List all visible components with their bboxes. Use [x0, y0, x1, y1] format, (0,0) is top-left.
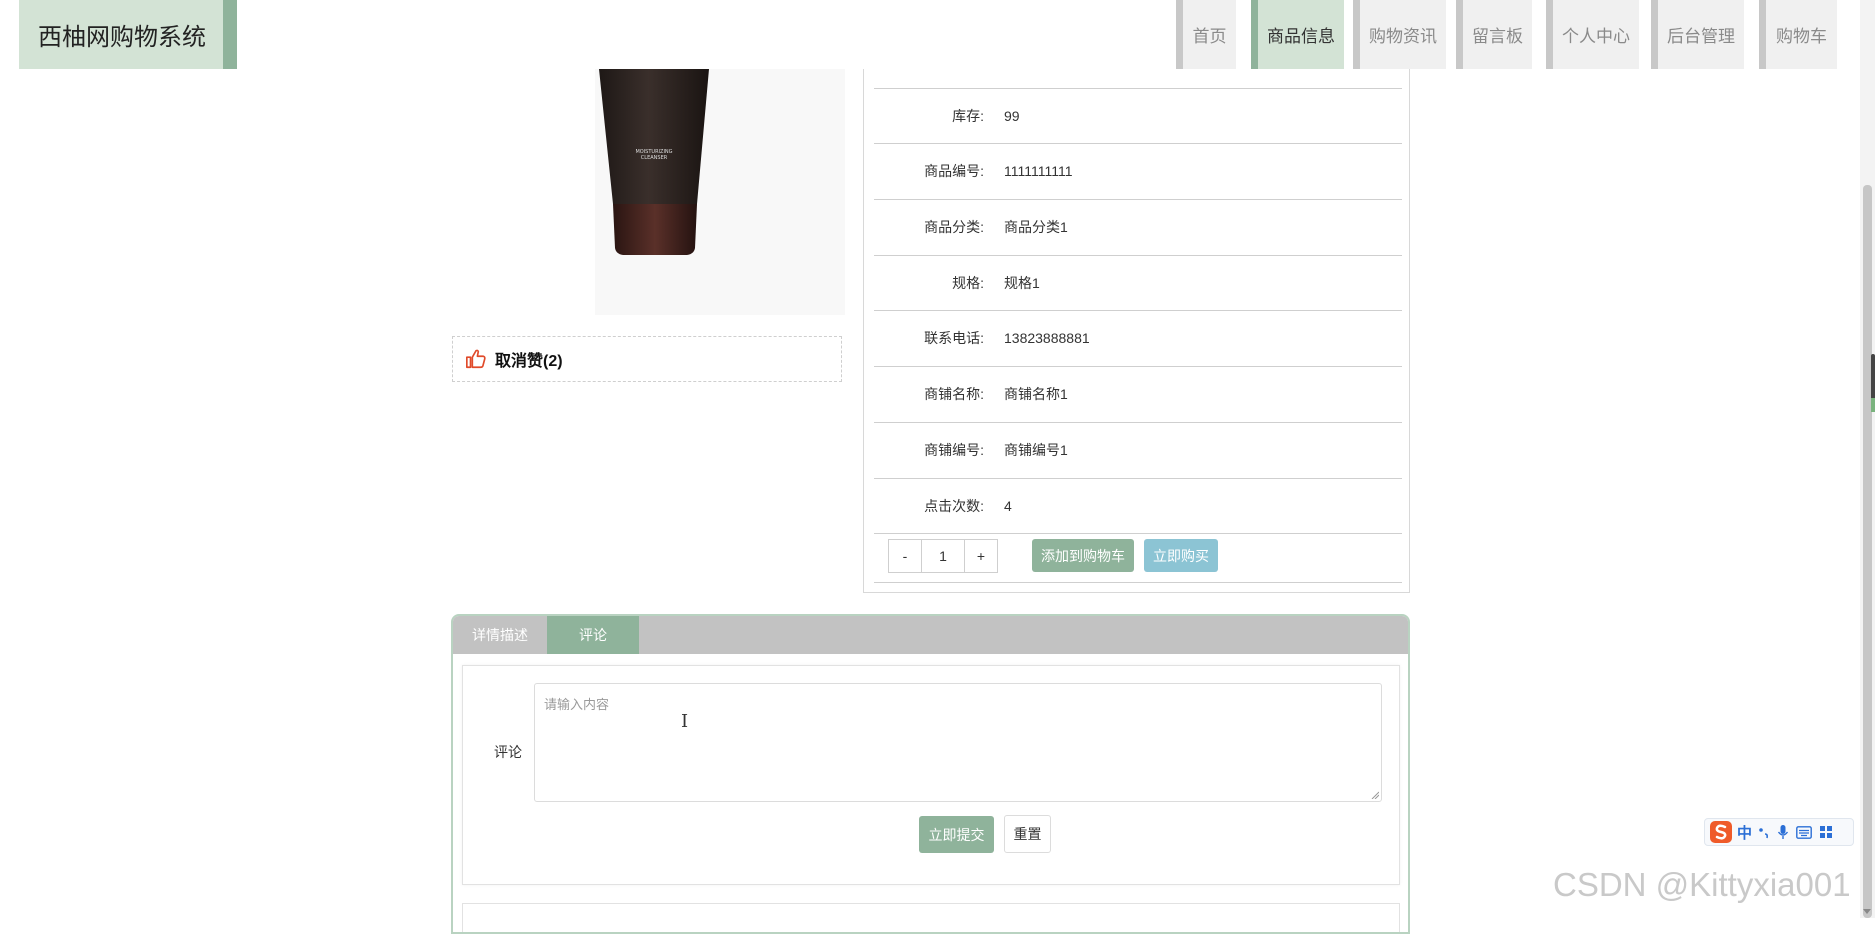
keyboard-icon[interactable] [1796, 825, 1812, 839]
tab-label: 详情描述 [472, 627, 528, 643]
info-value: 99 [1004, 108, 1020, 124]
buy-now-button[interactable]: 立即购买 [1144, 539, 1218, 572]
microphone-icon[interactable] [1777, 824, 1789, 840]
info-row-click-count: 点击次数: 4 [874, 478, 1402, 533]
info-row-shop-name: 商铺名称: 商铺名称1 [874, 366, 1402, 421]
nav-label: 个人中心 [1562, 27, 1630, 46]
quantity-stepper: - 1 + [888, 539, 998, 573]
nav-label: 购物资讯 [1369, 27, 1437, 46]
info-label: 联系电话: [924, 330, 984, 346]
nav-label: 首页 [1192, 27, 1227, 46]
info-row-phone: 联系电话: 13823888881 [874, 310, 1402, 365]
apps-grid-icon[interactable] [1819, 825, 1833, 839]
product-info-panel: 库存: 99 商品编号: 1111111111 商品分类: 商品分类1 规格: … [863, 69, 1410, 593]
info-value: 13823888881 [1004, 330, 1090, 346]
comment-textarea[interactable]: 请输入内容 [534, 683, 1382, 802]
info-value: 4 [1004, 498, 1012, 514]
info-label: 规格: [952, 275, 984, 291]
nav-label: 商品信息 [1267, 27, 1335, 46]
page-scrollbar[interactable] [1860, 0, 1875, 918]
nav-item-cart[interactable]: 购物车 [1759, 0, 1837, 69]
ime-mode-label[interactable]: 中 [1737, 822, 1752, 843]
tab-label: 评论 [579, 627, 607, 643]
punctuation-icon[interactable] [1758, 825, 1770, 839]
tab-bar: 详情描述 评论 [453, 616, 1408, 654]
info-value: 1111111111 [1004, 163, 1073, 179]
scrollbar-thumb[interactable] [1863, 185, 1872, 918]
info-label: 商铺编号: [924, 442, 984, 458]
comment-field-label: 评论 [494, 744, 522, 760]
sogou-ime-icon [1710, 821, 1732, 843]
watermark: CSDN @Kittyxia001 [1553, 866, 1851, 903]
info-value: 商铺编号1 [1004, 442, 1068, 458]
info-label: 商品分类: [924, 219, 984, 235]
add-to-cart-button[interactable]: 添加到购物车 [1032, 539, 1134, 572]
ime-toolbar[interactable]: 中 [1704, 818, 1854, 846]
brand-title: 西柚网购物系统 [38, 24, 206, 51]
nav-item-home[interactable]: 首页 [1176, 0, 1236, 69]
purchase-actions: - 1 + 添加到购物车 立即购买 [874, 533, 1402, 583]
reset-button[interactable]: 重置 [1004, 815, 1051, 853]
tab-description[interactable]: 详情描述 [453, 616, 547, 654]
nav-item-admin[interactable]: 后台管理 [1651, 0, 1744, 69]
nav-item-products[interactable]: 商品信息 [1251, 0, 1344, 69]
info-row-stock: 库存: 99 [874, 88, 1402, 143]
comment-list-card [462, 903, 1400, 932]
nav-item-news[interactable]: 购物资讯 [1353, 0, 1446, 69]
site-brand[interactable]: 西柚网购物系统 [19, 0, 237, 69]
resize-grip-icon[interactable] [1371, 791, 1379, 799]
scrollbar-marker-accent [1871, 398, 1875, 412]
info-row-category: 商品分类: 商品分类1 [874, 199, 1402, 254]
scroll-down-icon[interactable] [1863, 909, 1871, 914]
info-label: 点击次数: [924, 498, 984, 514]
info-label: 库存: [952, 108, 984, 124]
nav-label: 购物车 [1776, 27, 1827, 46]
submit-comment-button[interactable]: 立即提交 [919, 816, 994, 853]
info-row-shop-code: 商铺编号: 商铺编号1 [874, 422, 1402, 477]
info-row-spec: 规格: 规格1 [874, 255, 1402, 310]
info-value: 商品分类1 [1004, 219, 1068, 235]
quantity-input[interactable]: 1 [921, 540, 965, 572]
tube-text-line2: CLEANSER [641, 155, 668, 161]
info-value: 规格1 [1004, 275, 1040, 291]
nav-label: 留言板 [1472, 27, 1523, 46]
thumbs-up-icon [466, 349, 486, 369]
cleanser-tube-image: MOISTURIZING CLEANSER [599, 69, 709, 255]
product-image[interactable]: MOISTURIZING CLEANSER [595, 69, 845, 315]
nav-item-message-board[interactable]: 留言板 [1456, 0, 1532, 69]
like-count-text: 取消赞(2) [495, 353, 563, 370]
comment-placeholder: 请输入内容 [544, 697, 610, 712]
detail-tabs-panel: 详情描述 评论 评论 请输入内容 立即提交 重置 [451, 614, 1410, 934]
comment-form: 评论 请输入内容 立即提交 重置 [462, 665, 1400, 885]
info-label: 商品编号: [924, 163, 984, 179]
like-button[interactable]: 取消赞(2) [452, 336, 842, 382]
nav-label: 后台管理 [1667, 27, 1735, 46]
quantity-decrement-button[interactable]: - [889, 540, 921, 572]
info-row-product-code: 商品编号: 1111111111 [874, 143, 1402, 198]
info-label: 商铺名称: [924, 386, 984, 402]
tab-comments[interactable]: 评论 [547, 616, 639, 654]
quantity-increment-button[interactable]: + [965, 540, 997, 572]
text-cursor-icon: I [681, 711, 689, 732]
nav-item-user-center[interactable]: 个人中心 [1546, 0, 1639, 69]
info-value: 商铺名称1 [1004, 386, 1068, 402]
